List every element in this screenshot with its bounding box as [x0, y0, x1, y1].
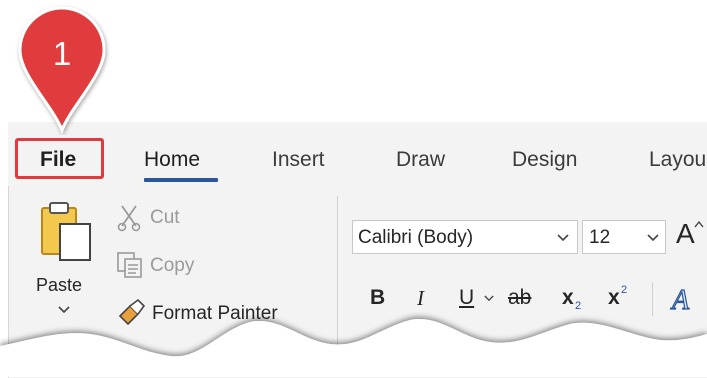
ribbon-tab-bar [8, 122, 707, 186]
chevron-down-icon [647, 234, 659, 242]
copy-button[interactable]: Copy [116, 251, 216, 281]
paste-icon [41, 202, 91, 261]
paste-label: Paste [36, 275, 83, 295]
scissors-icon [117, 205, 141, 232]
tab-draw[interactable]: Draw [396, 148, 445, 172]
font-name-dropdown[interactable]: Calibri (Body) [352, 220, 578, 254]
font-size-dropdown[interactable]: 12 [582, 220, 666, 254]
tab-insert[interactable]: Insert [272, 148, 325, 172]
cut-label: Cut [150, 207, 180, 228]
tab-home[interactable]: Home [144, 148, 200, 172]
font-name-value: Calibri (Body) [358, 227, 474, 248]
tab-layout[interactable]: Layou [649, 148, 706, 172]
superscript-marker: 2 [621, 284, 628, 296]
copy-icon [117, 252, 142, 278]
grow-font-button[interactable]: A [676, 218, 707, 254]
font-size-value: 12 [589, 227, 611, 248]
caret-up-icon [694, 220, 704, 228]
file-tab-highlight-box [15, 138, 104, 179]
copy-label: Copy [150, 255, 195, 276]
step-callout-number: 1 [52, 35, 72, 72]
cut-button[interactable]: Cut [116, 204, 206, 234]
torn-edge-decoration [0, 319, 707, 377]
tab-home-selected-indicator [144, 178, 218, 182]
tab-design[interactable]: Design [512, 148, 577, 172]
grow-font-glyph: A [676, 218, 695, 249]
chevron-down-icon [557, 234, 569, 242]
